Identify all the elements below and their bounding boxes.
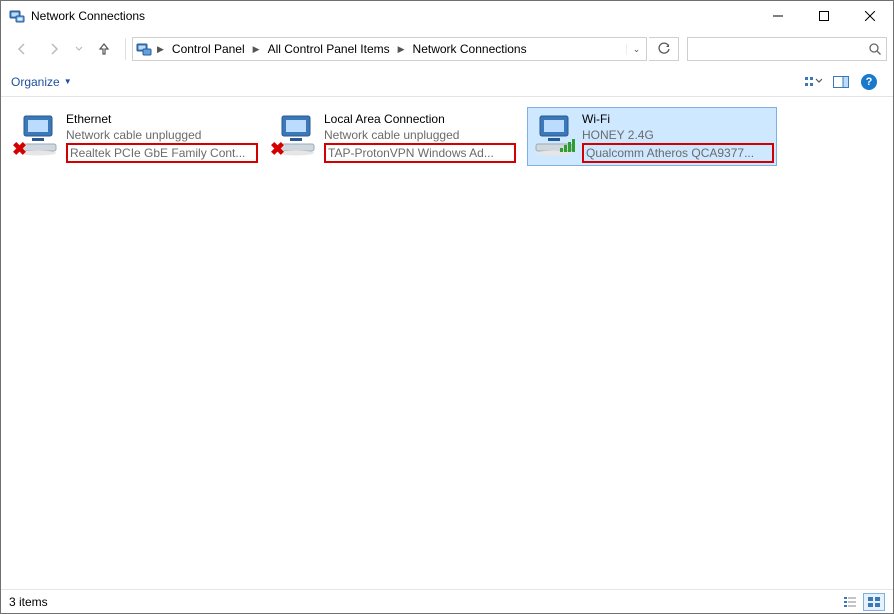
address-bar[interactable]: ▶ Control Panel ▶ All Control Panel Item… [132, 37, 647, 61]
item-count: 3 items [9, 595, 48, 609]
help-button[interactable]: ? [855, 70, 883, 94]
recent-locations-button[interactable] [71, 35, 87, 63]
connection-text: Local Area Connection Network cable unpl… [324, 110, 516, 163]
connection-adapter: TAP-ProtonVPN Windows Ad... [324, 143, 516, 163]
connection-adapter: Realtek PCIe GbE Family Cont... [66, 143, 258, 163]
network-adapter-icon: ✖ [14, 110, 66, 158]
forward-button[interactable] [39, 35, 69, 63]
breadcrumb-2[interactable]: All Control Panel Items [262, 38, 396, 60]
connection-name: Local Area Connection [324, 111, 516, 127]
connection-status: Network cable unplugged [324, 127, 516, 143]
navigation-row: ▶ Control Panel ▶ All Control Panel Item… [1, 31, 893, 67]
refresh-button[interactable] [649, 37, 679, 61]
toolbar: Organize ▼ ? [1, 67, 893, 97]
content-area: ✖ Ethernet Network cable unplugged Realt… [1, 97, 893, 589]
breadcrumb-chevron[interactable]: ▶ [396, 38, 407, 60]
window: Network Connections [0, 0, 894, 614]
help-icon: ? [861, 74, 877, 90]
connection-name: Wi-Fi [582, 111, 774, 127]
search-input[interactable] [688, 38, 886, 60]
network-connections-icon [9, 8, 25, 24]
preview-pane-button[interactable] [827, 70, 855, 94]
address-dropdown[interactable]: ⌄ [626, 44, 646, 55]
statusbar: 3 items [1, 589, 893, 613]
connection-name: Ethernet [66, 111, 258, 127]
breadcrumb-3[interactable]: Network Connections [407, 38, 533, 60]
breadcrumb-chevron[interactable]: ▶ [251, 38, 262, 60]
organize-menu[interactable]: Organize ▼ [11, 75, 72, 89]
up-button[interactable] [89, 35, 119, 63]
location-icon [133, 41, 155, 57]
disconnected-icon: ✖ [270, 139, 285, 160]
maximize-button[interactable] [801, 1, 847, 31]
connection-text: Wi-Fi HONEY 2.4G Qualcomm Atheros QCA937… [582, 110, 774, 163]
chevron-down-icon: ▼ [64, 77, 72, 86]
search-box[interactable] [687, 37, 887, 61]
back-button[interactable] [7, 35, 37, 63]
connection-status: HONEY 2.4G [582, 127, 774, 143]
network-adapter-icon: ✖ [272, 110, 324, 158]
breadcrumb-1[interactable]: Control Panel [166, 38, 251, 60]
details-view-button[interactable] [839, 593, 861, 611]
disconnected-icon: ✖ [12, 139, 27, 160]
connection-item-local-area[interactable]: ✖ Local Area Connection Network cable un… [269, 107, 519, 166]
connection-status: Network cable unplugged [66, 127, 258, 143]
connection-text: Ethernet Network cable unplugged Realtek… [66, 110, 258, 163]
breadcrumb-chevron[interactable]: ▶ [155, 38, 166, 60]
tiles-view-button[interactable] [863, 593, 885, 611]
connection-item-wifi[interactable]: Wi-Fi HONEY 2.4G Qualcomm Atheros QCA937… [527, 107, 777, 166]
organize-label: Organize [11, 75, 60, 89]
minimize-button[interactable] [755, 1, 801, 31]
network-adapter-icon [530, 110, 582, 158]
close-button[interactable] [847, 1, 893, 31]
view-options-button[interactable] [799, 70, 827, 94]
search-icon[interactable] [868, 42, 882, 56]
connection-adapter: Qualcomm Atheros QCA9377... [582, 143, 774, 163]
connection-item-ethernet[interactable]: ✖ Ethernet Network cable unplugged Realt… [11, 107, 261, 166]
separator [125, 38, 126, 60]
window-title: Network Connections [31, 9, 145, 23]
titlebar: Network Connections [1, 1, 893, 31]
